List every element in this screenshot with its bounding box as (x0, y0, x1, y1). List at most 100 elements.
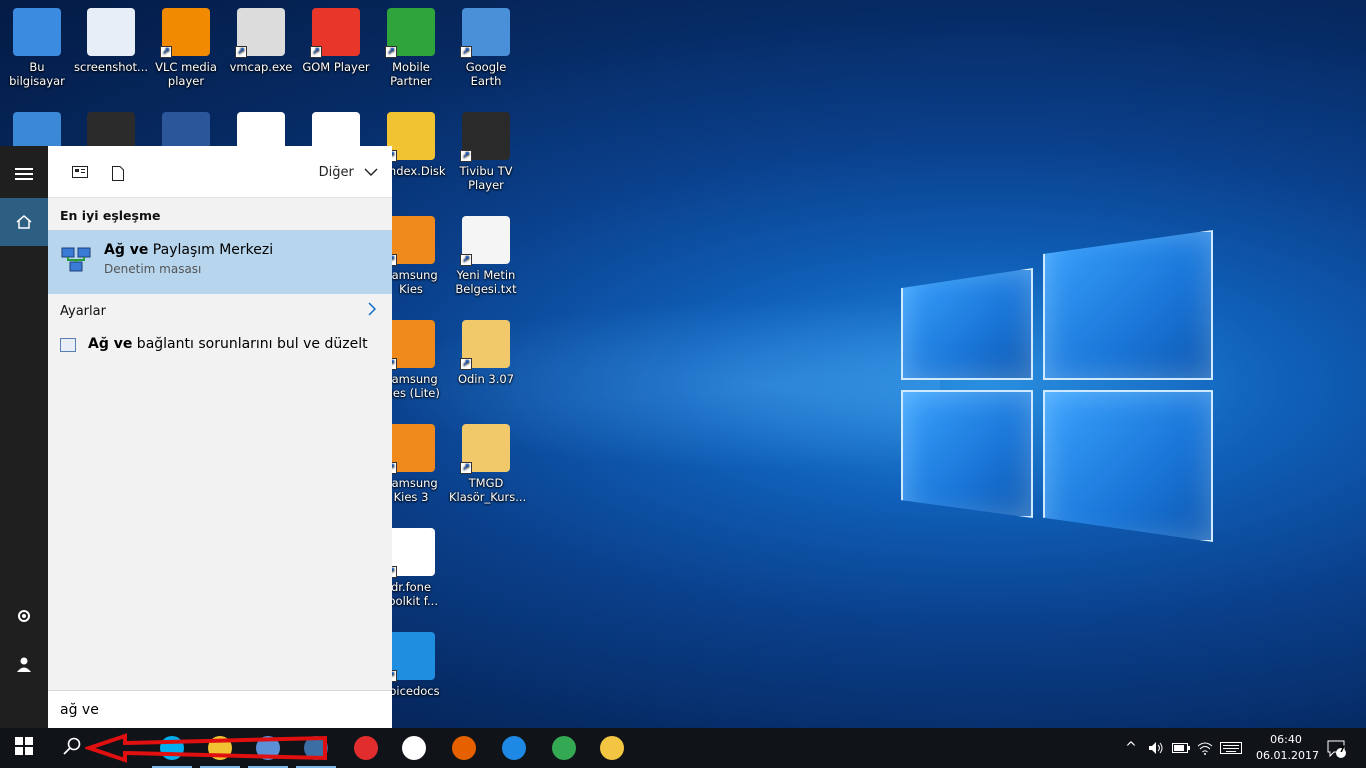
vmcap-icon: ↗ (235, 8, 285, 58)
shortcut-arrow-icon: ↗ (460, 46, 472, 58)
yandex-icon (402, 736, 426, 760)
volume-icon[interactable] (1144, 728, 1168, 768)
chevron-down-icon (364, 165, 378, 180)
edge[interactable] (490, 728, 538, 768)
shortcut-arrow-icon: ↗ (385, 46, 397, 58)
google-earth-icon: ↗ (460, 8, 510, 58)
desktop-icon[interactable]: ↗ Odin 3.07 (449, 316, 523, 386)
desktop-icon[interactable]: screenshot... (74, 4, 148, 74)
desktop-icon-label: Bu bilgisayar (9, 60, 65, 88)
network-troubleshoot-icon (60, 338, 76, 352)
notification-count: 7 (1339, 745, 1346, 755)
computer-icon (13, 8, 61, 56)
desktop-icon-label: GOM Player (302, 60, 370, 74)
pdf-icon (354, 736, 378, 760)
desktop-icon-label: Tivibu TV Player (459, 164, 513, 192)
home-icon[interactable] (0, 198, 48, 246)
text-file-icon: ↗ (460, 216, 510, 266)
pdf-app[interactable] (342, 728, 390, 768)
logo-pane (901, 268, 1033, 380)
shortcut-arrow-icon: ↗ (460, 150, 472, 162)
more-filters-label: Diğer (318, 165, 354, 180)
yandex[interactable] (390, 728, 438, 768)
desktop-icon-label: TMGD Klasör_Kurs... (449, 476, 527, 504)
best-match-heading: En iyi eşleşme (60, 208, 161, 223)
action-center-icon[interactable]: 7 (1320, 728, 1352, 768)
desktop-icon[interactable]: ↗ VLC media player (149, 4, 223, 88)
desktop-icon-label: screenshot... (74, 60, 149, 74)
tray-overflow-chevron[interactable]: ^ (1120, 728, 1142, 768)
start-button[interactable] (0, 728, 48, 768)
hamburger-icon[interactable] (0, 150, 48, 198)
shortcut-arrow-icon: ↗ (310, 46, 322, 58)
chrome-icon (552, 736, 576, 760)
desktop-icon[interactable]: ↗ Yeni Metin Belgesi.txt (449, 212, 523, 296)
samsung-kies-lite-icon: ↗ (385, 320, 435, 370)
desktop-icon-label: Yeni Metin Belgesi.txt (455, 268, 517, 296)
chrome[interactable] (540, 728, 588, 768)
search-results-panel: Diğer En iyi eşleşme Ağ ve Paylaşım Merk… (48, 146, 392, 728)
edge-icon (502, 736, 526, 760)
best-match-result[interactable]: Ağ ve Paylaşım Merkezi Denetim masası (48, 230, 392, 294)
vlc-cone-icon: ↗ (160, 8, 210, 58)
best-match-title: Ağ ve Paylaşım Merkezi (104, 242, 274, 258)
settings-result-item[interactable]: Ağ ve bağlantı sorunlarını bul ve düzelt (48, 330, 392, 364)
document-filter-icon[interactable] (112, 166, 128, 181)
desktop-icon-label: Odin 3.07 (457, 372, 515, 386)
battery-icon[interactable] (1170, 728, 1192, 768)
firefox-icon (452, 736, 476, 760)
desktop-icon[interactable]: ↗ vmcap.exe (224, 4, 298, 74)
settings-section-header[interactable]: Ayarlar (48, 294, 392, 330)
desktop-icon[interactable]: ↗ Mobile Partner (374, 4, 448, 88)
taskbar-clock[interactable]: 06:40 06.01.2017 (1256, 732, 1319, 764)
samsung-kies-icon: ↗ (385, 216, 435, 266)
logo-pane (1043, 230, 1213, 380)
desktop-icon[interactable]: ↗ Google Earth (449, 4, 523, 88)
annotation-arrow (85, 733, 327, 763)
yandex-disk-icon: ↗ (385, 112, 435, 162)
network-sharing-center-icon (60, 244, 92, 276)
search-input[interactable]: ağ ve (48, 690, 392, 728)
desktop-icon[interactable]: ↗ Tivibu TV Player (449, 108, 523, 192)
desktop-icon[interactable]: Bu bilgisayar (0, 4, 74, 88)
settings-result-label: Ağ ve bağlantı sorunlarını bul ve düzelt (88, 336, 368, 352)
logo-pane (901, 390, 1033, 518)
tivibu-icon: ↗ (460, 112, 510, 162)
clock-date: 06.01.2017 (1256, 749, 1319, 762)
shortcut-arrow-icon: ↗ (160, 46, 172, 58)
clock-time: 06:40 (1270, 733, 1302, 746)
firefox[interactable] (440, 728, 488, 768)
screenshot-app-icon (87, 8, 135, 56)
windows-logo-icon (15, 737, 33, 759)
samsung-kies3-icon: ↗ (385, 424, 435, 474)
voicedocs-icon: ↗ (385, 632, 435, 682)
user-icon[interactable] (0, 640, 48, 688)
settings-heading: Ayarlar (60, 304, 106, 319)
desktop-icon[interactable]: ↗ GOM Player (299, 4, 373, 74)
best-match-subtitle: Denetim masası (104, 262, 202, 276)
logo-pane (1043, 390, 1213, 542)
search-icon (63, 737, 81, 759)
more-filters-dropdown[interactable]: Diğer (319, 165, 378, 180)
shortcut-arrow-icon: ↗ (235, 46, 247, 58)
gear-icon[interactable] (0, 592, 48, 640)
desktop-icon-label: Mobile Partner (390, 60, 432, 88)
shortcut-arrow-icon: ↗ (460, 358, 472, 370)
shortcut-arrow-icon: ↗ (460, 254, 472, 266)
desktop-icon-label: VLC media player (155, 60, 217, 88)
paint[interactable] (588, 728, 636, 768)
pdf-folder-icon: ↗ (460, 424, 510, 474)
shortcut-arrow-icon: ↗ (460, 462, 472, 474)
keyboard-icon[interactable] (1218, 728, 1244, 768)
mobile-partner-icon: ↗ (385, 8, 435, 58)
gom-player-icon: ↗ (310, 8, 360, 58)
start-menu-rail (0, 146, 48, 728)
chevron-right-icon (368, 301, 377, 320)
desktop-icon[interactable]: ↗ TMGD Klasör_Kurs... (449, 420, 527, 504)
paint-icon (600, 736, 624, 760)
apps-filter-icon[interactable] (72, 166, 88, 180)
wifi-icon[interactable] (1194, 728, 1216, 768)
drfone-icon: ↗ (385, 528, 435, 578)
desktop-icon-label: Google Earth (465, 60, 507, 88)
wallpaper-windows-logo (895, 230, 1225, 550)
